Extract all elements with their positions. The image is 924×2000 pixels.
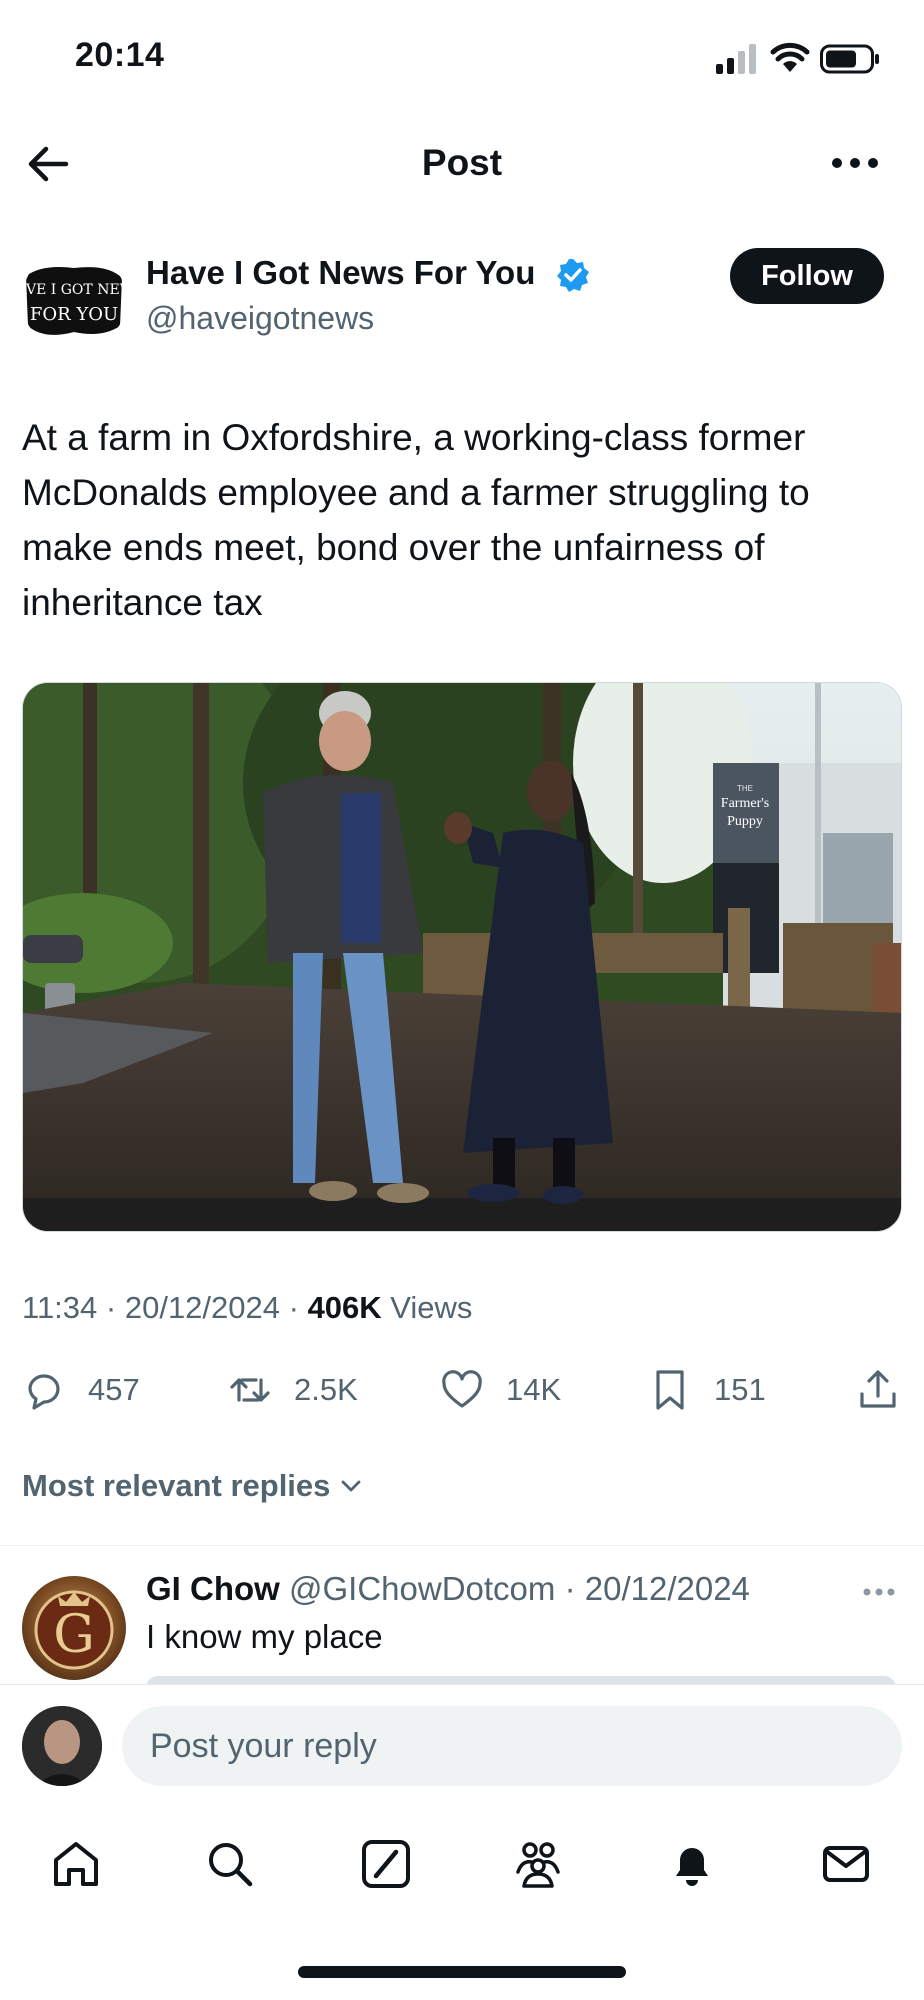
- more-options-icon[interactable]: [830, 150, 880, 176]
- sign-line1: THE: [737, 784, 753, 793]
- reply-author-name[interactable]: GI Chow: [146, 1570, 280, 1607]
- wifi-icon: [770, 42, 810, 72]
- share-icon: [860, 1370, 896, 1408]
- status-time: 20:14: [75, 36, 165, 74]
- replies-sort-label: Most relevant replies: [22, 1468, 331, 1503]
- home-icon[interactable]: [50, 1838, 102, 1890]
- follow-button[interactable]: Follow: [730, 248, 884, 304]
- sign-line3: Puppy: [727, 814, 763, 829]
- post-photo: THE Farmer's Puppy: [23, 683, 901, 1231]
- reply-author-avatar[interactable]: G: [22, 1576, 126, 1680]
- post-text: At a farm in Oxfordshire, a working-clas…: [22, 417, 810, 623]
- like-count: 14K: [506, 1372, 562, 1407]
- verified-badge-icon: [557, 259, 589, 292]
- divider: [0, 1545, 924, 1546]
- views-label: Views: [390, 1290, 473, 1325]
- reply-header: GI Chow @GIChowDotcom · 20/12/2024: [146, 1570, 750, 1608]
- bookmark-count: 151: [714, 1372, 766, 1407]
- avatar-logo-line1: HAVE I GOT NEWS: [22, 282, 126, 298]
- like-action[interactable]: 14K: [440, 1368, 561, 1412]
- grok-icon[interactable]: [360, 1838, 412, 1890]
- search-icon[interactable]: [204, 1838, 256, 1890]
- replies-sort-dropdown[interactable]: Most relevant replies: [22, 1468, 366, 1504]
- share-action[interactable]: [856, 1368, 922, 1412]
- bookmark-action[interactable]: 151: [648, 1368, 766, 1412]
- author-handle[interactable]: @haveigotnews: [146, 300, 374, 337]
- reply-icon: [28, 1374, 60, 1410]
- reply-count: 457: [88, 1372, 140, 1407]
- author-name[interactable]: Have I Got News For You: [146, 254, 535, 292]
- notifications-bell-icon[interactable]: [666, 1838, 718, 1890]
- author-avatar[interactable]: HAVE I GOT NEWS FOR YOU: [22, 248, 126, 352]
- repost-count: 2.5K: [294, 1372, 358, 1407]
- post-time: 11:34: [22, 1290, 98, 1325]
- reply-input[interactable]: [122, 1706, 902, 1786]
- views-count[interactable]: 406K: [308, 1290, 382, 1325]
- repost-icon: [230, 1378, 270, 1402]
- repost-action[interactable]: 2.5K: [228, 1368, 358, 1412]
- current-user-avatar[interactable]: [22, 1706, 102, 1786]
- communities-icon[interactable]: [512, 1838, 564, 1890]
- reply-date: 20/12/2024: [584, 1570, 750, 1607]
- reply-author-handle[interactable]: @GIChowDotcom: [289, 1570, 555, 1607]
- current-user-photo: [22, 1706, 102, 1786]
- reply-text: I know my place: [146, 1618, 383, 1655]
- avatar-logo-line2: FOR YOU: [30, 304, 118, 325]
- post-date: 20/12/2024: [124, 1290, 280, 1325]
- sign-line2: Farmer's: [721, 796, 769, 811]
- battery-icon: [820, 44, 879, 74]
- heart-icon: [442, 1370, 482, 1408]
- author-logo-image: HAVE I GOT NEWS FOR YOU: [22, 248, 126, 352]
- reply-action[interactable]: 457: [22, 1368, 140, 1412]
- reply-more-icon[interactable]: [862, 1582, 896, 1602]
- chevron-down-icon: [342, 1480, 361, 1492]
- reply-avatar-logo: G: [34, 1590, 114, 1670]
- post-image[interactable]: THE Farmer's Puppy: [22, 682, 902, 1232]
- messages-icon[interactable]: [820, 1838, 872, 1890]
- cellular-signal-icon: [716, 44, 756, 74]
- bookmark-icon: [656, 1370, 684, 1410]
- page-title: Post: [421, 142, 503, 183]
- meta-separator: ·: [97, 1290, 125, 1325]
- reply-separator: ·: [555, 1570, 585, 1607]
- reply-avatar-letter: G: [53, 1605, 95, 1665]
- post-metadata: 11:34 · 20/12/2024 · 406K Views: [22, 1290, 472, 1326]
- meta-separator: ·: [280, 1290, 308, 1325]
- home-indicator: [298, 1966, 626, 1978]
